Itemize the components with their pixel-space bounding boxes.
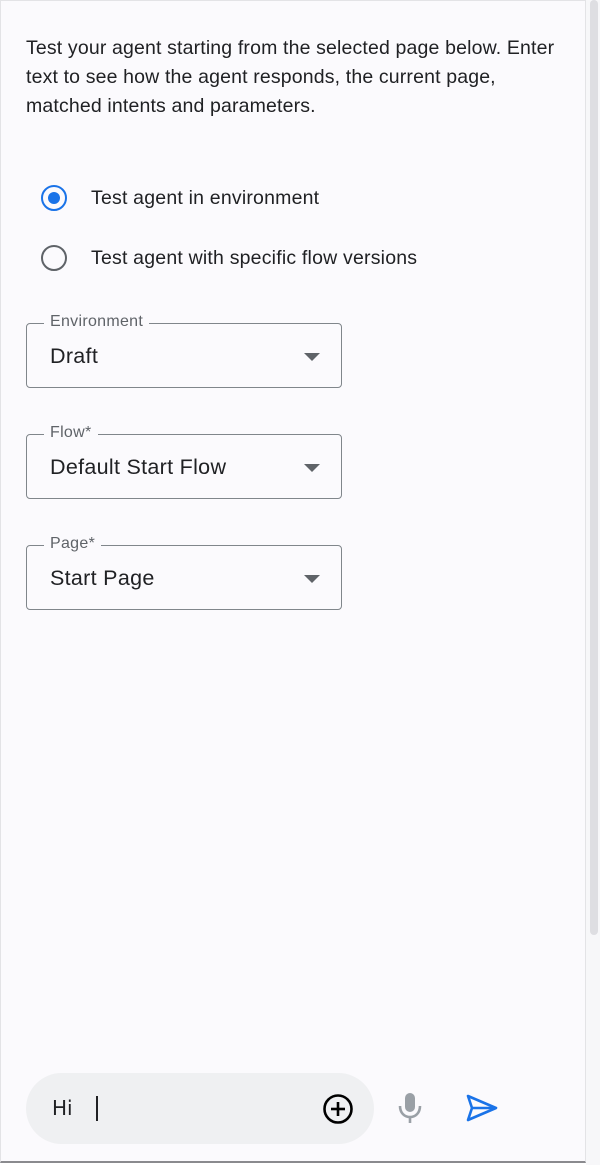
send-icon[interactable] <box>465 1093 499 1123</box>
mic-icon[interactable] <box>396 1091 424 1125</box>
radio-label: Test agent with specific flow versions <box>91 246 418 269</box>
radio-button-selected[interactable] <box>41 185 67 211</box>
text-cursor <box>96 1096 98 1121</box>
flow-select[interactable]: Flow* Default Start Flow <box>26 423 342 499</box>
message-input[interactable] <box>52 1093 312 1123</box>
intro-text: Test your agent starting from the select… <box>26 37 555 117</box>
page-select-value: Start Page <box>50 566 155 590</box>
radio-button-unselected[interactable] <box>41 245 67 271</box>
simulator-panel: Test your agent starting from the select… <box>0 0 586 1163</box>
dropdown-arrow-icon <box>304 575 320 583</box>
dropdown-arrow-icon <box>304 464 320 472</box>
radio-option-environment[interactable]: Test agent in environment <box>41 182 319 214</box>
scrollbar-thumb[interactable] <box>590 0 598 935</box>
page-select[interactable]: Page* Start Page <box>26 534 342 610</box>
environment-select-value: Draft <box>50 344 99 368</box>
dropdown-arrow-icon <box>304 353 320 361</box>
radio-label: Test agent in environment <box>91 186 320 209</box>
flow-select-label: Flow* <box>44 423 98 443</box>
message-composer <box>26 1073 374 1144</box>
environment-select[interactable]: Environment Draft <box>26 312 342 388</box>
flow-select-value: Default Start Flow <box>50 455 227 479</box>
page-select-label: Page* <box>44 534 102 554</box>
radio-option-flow-versions[interactable]: Test agent with specific flow versions <box>41 242 417 274</box>
environment-select-label: Environment <box>44 312 150 332</box>
add-circle-icon[interactable] <box>322 1093 354 1125</box>
